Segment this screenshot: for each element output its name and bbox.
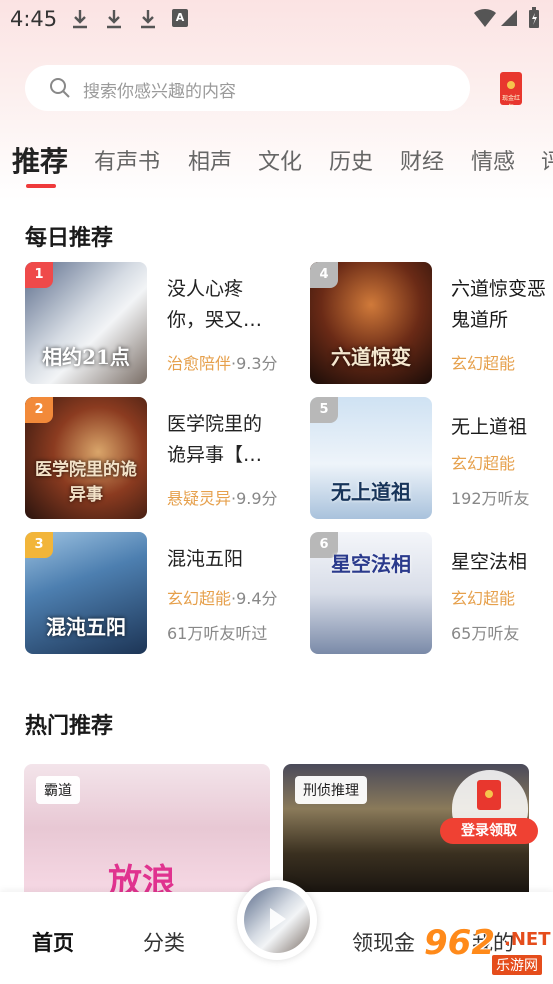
tab-audiobook[interactable]: 有声书 xyxy=(94,144,160,176)
wifi-icon xyxy=(474,8,496,27)
hot-section-title: 热门推荐 xyxy=(25,714,114,739)
daily-item[interactable]: 1 相约21点 没人心疼你，哭又… 治愈陪伴·9.3分 xyxy=(25,262,285,386)
rank-badge: 3 xyxy=(25,532,53,558)
book-cover: 3 混沌五阳 xyxy=(25,532,147,654)
tab-history[interactable]: 历史 xyxy=(329,144,373,176)
book-cover: 6 星空法相 xyxy=(310,532,432,654)
item-title: 无上道祖 xyxy=(451,416,528,438)
tab-emotion[interactable]: 情感 xyxy=(471,144,515,176)
rank-badge: 1 xyxy=(25,262,53,288)
mini-player-button[interactable] xyxy=(237,880,317,960)
item-listeners: 61万听友听过 xyxy=(167,624,268,643)
a-badge-icon: A xyxy=(172,9,188,27)
cover-title: 六道惊变 xyxy=(331,345,411,369)
hot-card-cover-title: 放浪 xyxy=(108,862,176,892)
search-placeholder: 搜索你感兴趣的内容 xyxy=(83,82,236,102)
status-time: 4:45 xyxy=(10,7,58,31)
item-category: 玄幻超能 xyxy=(451,454,516,473)
red-packet-label: 现金红包 xyxy=(501,95,520,111)
download-icon xyxy=(73,10,87,29)
book-cover: 2 医学院里的诡异事 xyxy=(25,397,147,519)
rank-badge: 5 xyxy=(310,397,338,423)
item-title: 没人心疼你，哭又… xyxy=(167,278,263,331)
login-reward-button[interactable]: 登录领取 xyxy=(440,818,538,844)
item-category: 玄幻超能 xyxy=(451,354,516,373)
category-tabs: 推荐 有声书 相声 文化 历史 财经 情感 评 xyxy=(0,140,553,190)
item-score: ·9.4分 xyxy=(231,589,278,608)
item-category: 玄幻超能 xyxy=(451,589,516,608)
hot-card-tag: 霸道 xyxy=(36,776,80,804)
cover-title: 混沌五阳 xyxy=(46,615,126,639)
item-meta: 悬疑灵异·9.9分 xyxy=(167,485,278,509)
nav-cash[interactable]: 领现金 xyxy=(352,927,415,957)
tab-culture[interactable]: 文化 xyxy=(258,144,302,176)
watermark-net: .NET xyxy=(504,929,551,950)
item-title: 星空法相 xyxy=(451,551,528,573)
daily-item[interactable]: 2 医学院里的诡异事 医学院里的诡异事【… 悬疑灵异·9.9分 xyxy=(25,397,285,521)
item-score: ·9.9分 xyxy=(231,489,278,508)
item-category: 玄幻超能 xyxy=(167,589,232,608)
item-title: 混沌五阳 xyxy=(167,548,244,570)
red-packet-icon[interactable]: 现金红包 xyxy=(500,72,522,111)
book-cover: 5 无上道祖 xyxy=(310,397,432,519)
item-category: 治愈陪伴 xyxy=(167,354,232,373)
signal-icon xyxy=(501,10,517,26)
status-bar: 4:45 A xyxy=(0,0,553,38)
item-score: ·9.3分 xyxy=(231,354,278,373)
play-icon xyxy=(270,908,286,930)
download-icon xyxy=(141,10,155,29)
watermark-logo: 962 .NET 乐游网 xyxy=(414,915,552,979)
daily-item[interactable]: 3 混沌五阳 混沌五阳 玄幻超能·9.4分 61万听友听过 xyxy=(25,532,285,656)
item-category: 悬疑灵异 xyxy=(167,489,232,508)
nav-category[interactable]: 分类 xyxy=(143,927,185,957)
tab-finance[interactable]: 财经 xyxy=(400,144,444,176)
hot-card-tag: 刑侦推理 xyxy=(295,776,367,804)
book-cover: 1 相约21点 xyxy=(25,262,147,384)
item-meta: 治愈陪伴·9.3分 xyxy=(167,350,278,374)
tab-crosstalk[interactable]: 相声 xyxy=(188,144,232,176)
item-meta: 玄幻超能·9.4分 xyxy=(167,585,278,609)
item-listeners: 192万听友 xyxy=(451,489,530,508)
tab-more[interactable]: 评 xyxy=(541,144,553,176)
red-packet-icon xyxy=(477,780,501,810)
item-title: 医学院里的诡异事【… xyxy=(167,413,263,466)
watermark-site: 乐游网 xyxy=(492,955,542,975)
daily-section-title: 每日推荐 xyxy=(25,226,114,251)
search-input[interactable]: 搜索你感兴趣的内容 xyxy=(25,65,470,111)
rank-badge: 4 xyxy=(310,262,338,288)
cover-title: 星空法相 xyxy=(331,552,411,576)
item-title: 六道惊变恶鬼道所 xyxy=(451,278,547,331)
tab-recommend[interactable]: 推荐 xyxy=(12,140,68,180)
rank-badge: 2 xyxy=(25,397,53,423)
download-icon xyxy=(107,10,121,29)
item-listeners: 65万听友 xyxy=(451,624,520,643)
cover-title: 相约21点 xyxy=(42,345,130,369)
nav-home[interactable]: 首页 xyxy=(32,927,74,957)
search-icon xyxy=(50,78,70,98)
watermark-number: 962 xyxy=(424,923,495,963)
active-tab-indicator xyxy=(26,184,56,188)
battery-icon xyxy=(529,7,539,28)
book-cover: 4 六道惊变 xyxy=(310,262,432,384)
hot-card[interactable]: 霸道 放浪 xyxy=(24,764,270,892)
cover-title: 无上道祖 xyxy=(331,480,411,504)
cover-title: 医学院里的诡异事 xyxy=(35,460,137,505)
